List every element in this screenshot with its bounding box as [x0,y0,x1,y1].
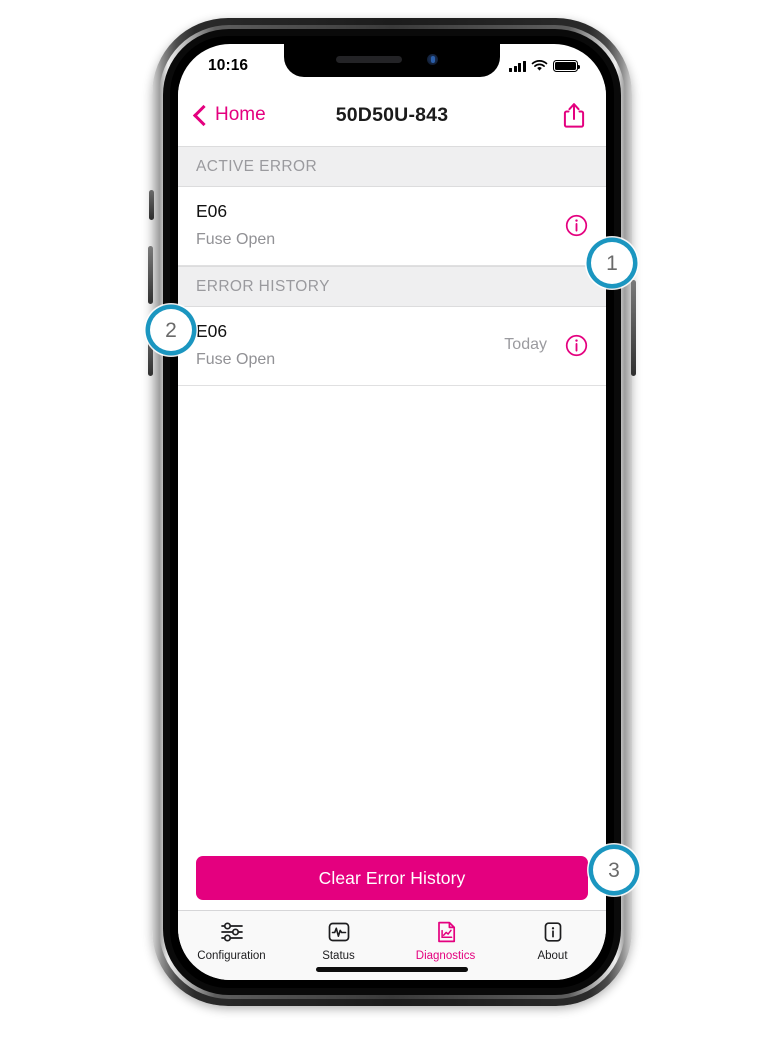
tab-label: Status [322,950,355,962]
info-circle-icon[interactable] [565,214,588,237]
info-square-icon [544,922,561,942]
tab-diagnostics[interactable]: Diagnostics [392,919,499,962]
chart-document-icon [437,921,455,943]
tab-status[interactable]: Status [285,919,392,962]
table-row[interactable]: E06 Fuse Open [178,187,606,266]
battery-full-icon [553,60,581,72]
navigation-bar: Home 50D50U-843 [178,84,606,146]
callout-number: 2 [165,318,177,342]
tab-configuration[interactable]: Configuration [178,919,285,962]
chevron-left-icon [192,104,215,126]
error-description: Fuse Open [196,351,276,368]
waveform-square-icon [328,922,349,942]
callout-badge-3: 3 [593,849,635,891]
tab-label: Configuration [197,950,266,962]
error-code: E06 [196,321,228,341]
empty-list-area [178,386,606,910]
callout-badge-1: 1 [591,242,633,284]
tab-about[interactable]: About [499,919,606,962]
table-row[interactable]: E06 Fuse Open Today [178,307,606,386]
status-bar-indicators [508,60,581,72]
callout-badge-2: 2 [150,309,192,351]
tab-label: About [537,950,568,962]
phone-screen: 10:16 Home 50D50U-843 ACTIVE ERROR E06 F… [178,44,606,980]
share-button[interactable] [560,100,588,130]
clear-button-container: Clear Error History [178,856,606,900]
error-timestamp: Today [504,336,547,353]
diagnostics-content: ACTIVE ERROR E06 Fuse Open ERROR HISTORY… [178,146,606,910]
silent-switch[interactable] [149,190,154,220]
error-description: Fuse Open [196,231,276,248]
status-bar-time: 10:16 [208,57,249,74]
front-camera-icon [427,54,438,65]
wifi-icon [531,60,548,71]
callout-number: 1 [606,251,618,275]
section-header-error-history: ERROR HISTORY [178,266,606,307]
back-button-label: Home [215,104,266,125]
clear-error-history-button[interactable]: Clear Error History [196,856,588,900]
notch [284,44,500,77]
share-icon [563,103,585,128]
error-row-texts: E06 Fuse Open [196,201,565,249]
phone-mockup: 10:16 Home 50D50U-843 ACTIVE ERROR E06 F… [148,18,636,1006]
callout-number: 3 [608,858,620,882]
volume-up-button[interactable] [148,246,153,304]
back-button[interactable]: Home [192,104,266,126]
info-circle-icon[interactable] [565,334,588,357]
cellular-signal-icon [508,60,526,72]
section-header-active-error: ACTIVE ERROR [178,146,606,187]
error-code: E06 [196,201,228,221]
earpiece-speaker [336,56,402,63]
home-indicator[interactable] [316,967,468,972]
power-button[interactable] [631,280,636,376]
tab-label: Diagnostics [415,950,476,962]
sliders-icon [220,922,243,942]
error-row-texts: E06 Fuse Open [196,321,504,369]
